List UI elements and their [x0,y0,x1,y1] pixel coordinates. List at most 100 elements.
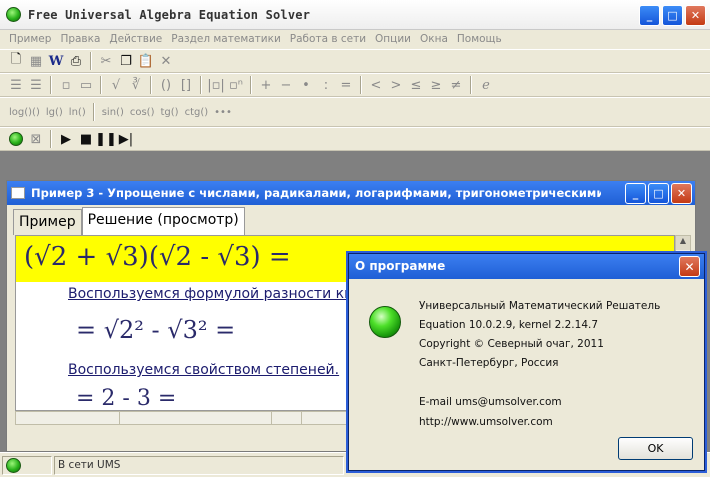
word-export-icon[interactable]: W [46,52,66,70]
tg-button[interactable]: tg() [158,103,182,121]
brackets-icon[interactable]: [] [176,76,196,94]
toolbar-separator [250,76,252,94]
ok-button[interactable]: OK [618,437,693,460]
toolbar-separator [100,76,102,94]
toolbar-run: ⊠ ▶ ■ ❚❚ ▶| [0,127,710,151]
document-window-icon [11,187,25,199]
play-icon[interactable]: ▶ [56,130,76,148]
menu-options[interactable]: Опции [372,30,417,49]
ln-button[interactable]: ln() [66,103,89,121]
cut-icon[interactable]: ✂ [96,52,116,70]
status-panel-led [2,456,52,475]
expression-line-3: = 2 - 3 = [76,386,177,411]
example-window-controls: _ □ ✕ [625,183,692,204]
excel-icon[interactable]: ⊠ [26,130,46,148]
scroll-up-arrow-icon[interactable]: ▲ [676,236,690,250]
menu-windows[interactable]: Окна [417,30,454,49]
print-preview-icon[interactable]: ⎙ [66,52,86,70]
stop-icon[interactable]: ■ [76,130,96,148]
expression-line-2: = √2² - √3² = [76,316,236,344]
op-neq-icon[interactable]: ≠ [446,76,466,94]
power-icon[interactable]: ▫ⁿ [226,76,246,94]
op-multiply-icon[interactable]: • [296,76,316,94]
app-status-led-icon [6,7,21,22]
sqrt-icon[interactable]: √ [106,76,126,94]
op-leq-icon[interactable]: ≤ [406,76,426,94]
op-less-icon[interactable]: < [366,76,386,94]
tab-solution-view[interactable]: Решение (просмотр) [81,207,245,235]
toolbar-separator [150,76,152,94]
toolbar-separator [90,52,92,70]
about-product-name: Универсальный Математический Решатель [419,300,661,312]
menu-edit[interactable]: Правка [57,30,106,49]
toolbar-structure: ☰ ☰ ▫ ▭ √ ∛ () [] |▫| ▫ⁿ + − • : = < > ≤… [0,73,710,97]
tab-bar: Пример Решение (просмотр) [13,207,245,235]
example-maximize-button[interactable]: □ [648,183,669,204]
ctg-button[interactable]: ctg() [182,103,212,121]
op-minus-icon[interactable]: − [276,76,296,94]
menu-action[interactable]: Действие [106,30,168,49]
solver-status-led-icon [6,130,26,148]
paste-icon[interactable]: 📋 [136,52,156,70]
menu-help[interactable]: Помощь [454,30,508,49]
sin-button[interactable]: sin() [99,103,127,121]
copy-icon[interactable]: ❐ [116,52,136,70]
insert-row-icon[interactable]: ☰ [6,76,26,94]
subscript-icon[interactable]: ▫ [56,76,76,94]
about-location: Санкт-Петербург, Россия [419,357,559,369]
maximize-button[interactable]: □ [662,5,683,26]
more-functions-button[interactable]: ••• [211,103,235,121]
menu-bar: Пример Правка Действие Раздел математики… [0,30,710,49]
euler-e-icon[interactable]: e [476,76,496,94]
hscroll-segment [272,412,302,424]
about-version: Equation 10.0.2.9, kernel 2.2.14.7 [419,319,599,331]
pause-icon[interactable]: ❚❚ [95,130,117,148]
title-bar: Free Universal Algebra Equation Solver _… [0,0,710,30]
op-plus-icon[interactable]: + [256,76,276,94]
log-button[interactable]: log()() [6,103,43,121]
explanation-line-2: Воспользуемся свойством степеней. [68,362,340,378]
op-geq-icon[interactable]: ≥ [426,76,446,94]
lg-button[interactable]: lg() [43,103,66,121]
menu-example[interactable]: Пример [6,30,57,49]
toolbar-separator [360,76,362,94]
example-close-button[interactable]: ✕ [671,183,692,204]
toolbar-separator [92,103,95,121]
about-dialog-title-bar: О программе ✕ [349,254,704,279]
app-logo-led-icon [369,306,401,338]
tab-example[interactable]: Пример [13,209,82,235]
fraction-icon[interactable]: ▭ [76,76,96,94]
menu-math-section[interactable]: Раздел математики [168,30,287,49]
about-copyright: Copyright © Северный очаг, 2011 [419,338,604,350]
op-divide-icon[interactable]: : [316,76,336,94]
op-equals-icon[interactable]: = [336,76,356,94]
remove-row-icon[interactable]: ☰ [26,76,46,94]
menu-network[interactable]: Работа в сети [287,30,372,49]
toolbar-separator [470,76,472,94]
about-website[interactable]: http://www.umsolver.com [419,416,553,428]
minimize-button[interactable]: _ [639,5,660,26]
hscroll-segment [120,412,272,424]
parentheses-icon[interactable]: () [156,76,176,94]
close-button[interactable]: ✕ [685,5,706,26]
about-dialog-title: О программе [355,259,446,273]
app-title: Free Universal Algebra Equation Solver [28,8,311,22]
delete-icon[interactable]: ✕ [156,52,176,70]
cos-button[interactable]: cos() [127,103,158,121]
toolbar-functions: log()() lg() ln() sin() cos() tg() ctg()… [0,97,710,127]
example-window-title-bar: Пример 3 - Упрощение с числами, радикала… [7,181,695,205]
step-icon[interactable]: ▶| [116,130,136,148]
expression-line-1: (√2 + √3)(√2 - √3) = [24,242,291,272]
new-document-icon[interactable]: 🗋 [6,52,26,70]
about-email[interactable]: E-mail ums@umsolver.com [419,396,562,408]
explanation-line-1: Воспользуемся формулой разности кв [68,286,353,302]
example-minimize-button[interactable]: _ [625,183,646,204]
abs-icon[interactable]: |▫| [206,76,226,94]
op-greater-icon[interactable]: > [386,76,406,94]
nth-root-icon[interactable]: ∛ [126,76,146,94]
app-window: Free Universal Algebra Equation Solver _… [0,0,710,477]
about-close-button[interactable]: ✕ [679,256,700,277]
toolbar-separator [200,76,202,94]
grid-icon[interactable]: ▦ [26,52,46,70]
toolbar-separator [50,130,52,148]
